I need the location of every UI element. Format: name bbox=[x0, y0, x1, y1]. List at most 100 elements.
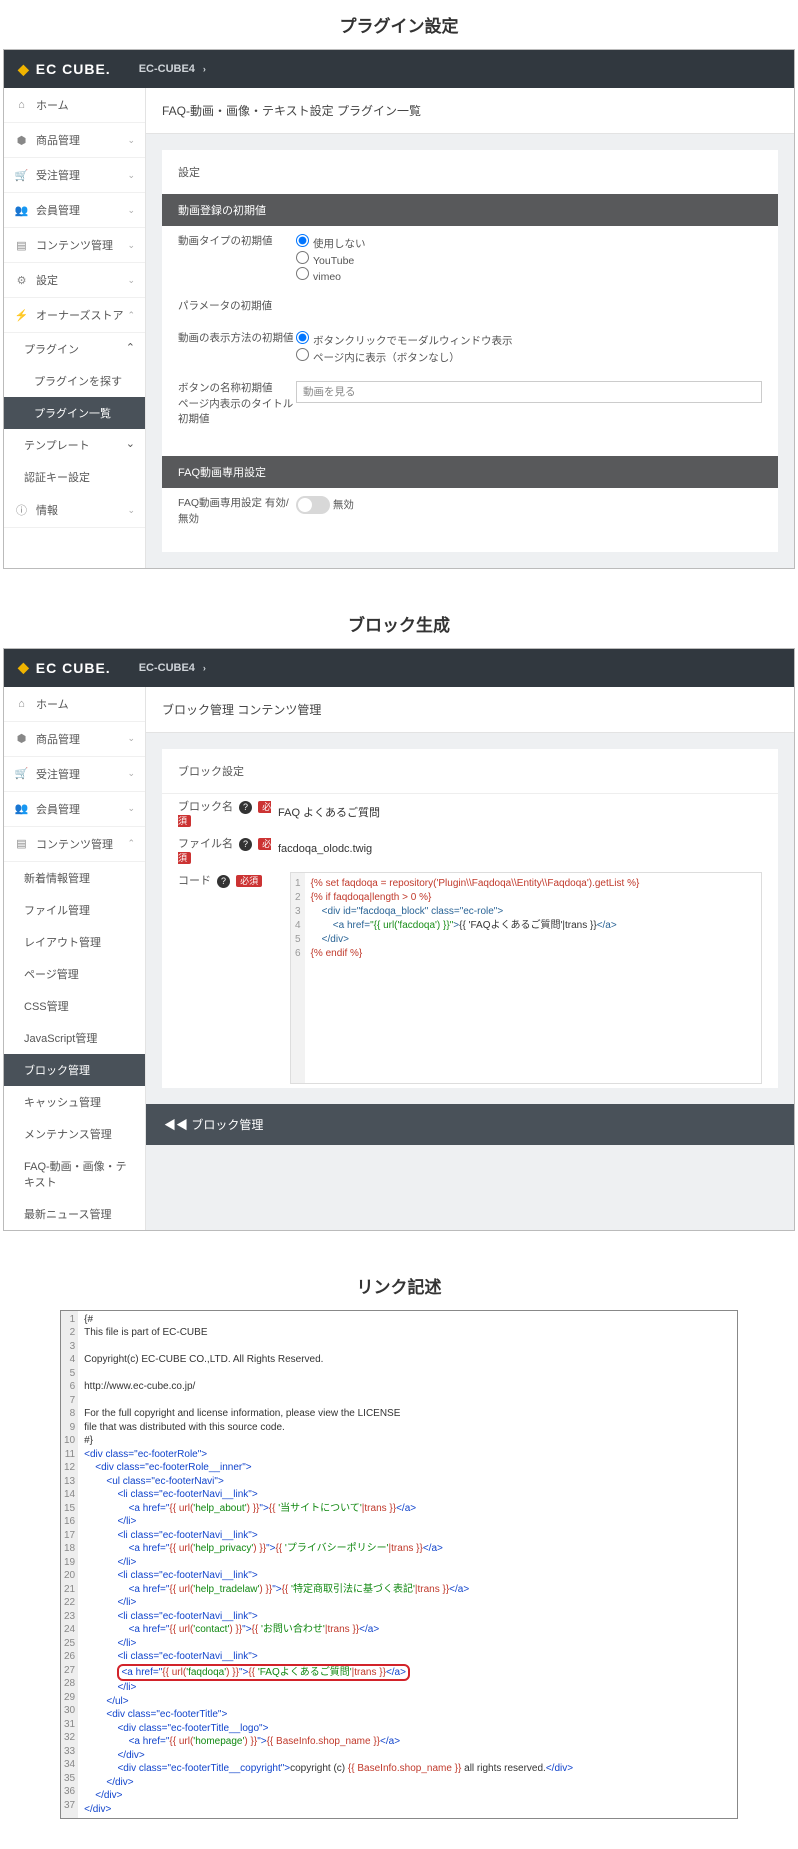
chevron-down-icon: ⌄ bbox=[127, 733, 135, 744]
help-icon[interactable]: ? bbox=[239, 838, 252, 851]
cube-icon: ◆ bbox=[18, 61, 30, 78]
radio-none[interactable]: 使用しない bbox=[296, 234, 762, 251]
topbar: ◆EC CUBE. EC-CUBE4› bbox=[4, 649, 794, 687]
toggle-enable[interactable] bbox=[296, 496, 330, 514]
input-button-name[interactable] bbox=[296, 381, 762, 403]
main-area: ブロック管理 コンテンツ管理 ブロック設定 ブロック名 ? 必須 FAQ よくあ… bbox=[146, 687, 794, 1230]
chevron-down-icon: ⌄ bbox=[127, 135, 135, 146]
radio-vimeo[interactable]: vimeo bbox=[296, 267, 762, 283]
breadcrumb: FAQ-動画・画像・テキスト設定 プラグイン一覧 bbox=[146, 88, 794, 134]
chevron-down-icon: ⌄ bbox=[127, 275, 135, 286]
field-label-video-type: 動画タイプの初期値 bbox=[178, 234, 296, 250]
sidebar-sub-js[interactable]: JavaScript管理 bbox=[4, 1022, 145, 1054]
doc-icon: ▤ bbox=[14, 239, 29, 252]
sidebar-sub-css[interactable]: CSS管理 bbox=[4, 990, 145, 1022]
sidebar-item-info[interactable]: ⓘ情報⌄ bbox=[4, 493, 145, 528]
cube-icon: ⬢ bbox=[14, 134, 29, 147]
sidebar-sub-plugin-list[interactable]: プラグイン一覧 bbox=[4, 397, 145, 429]
sidebar-sub-faq[interactable]: FAQ-動画・画像・テキスト bbox=[4, 1150, 145, 1198]
chevron-up-icon: ⌃ bbox=[127, 838, 135, 849]
sidebar-item-member[interactable]: 👥会員管理⌄ bbox=[4, 792, 145, 827]
radio-inline[interactable]: ページ内に表示（ボタンなし） bbox=[296, 348, 762, 365]
section-title-link: リンク記述 bbox=[0, 1261, 798, 1310]
sidebar-item-home[interactable]: ⌂ホーム bbox=[4, 88, 145, 123]
help-icon[interactable]: ? bbox=[239, 801, 252, 814]
sidebar-item-member[interactable]: 👥会員管理⌄ bbox=[4, 193, 145, 228]
sidebar-sub-block[interactable]: ブロック管理 bbox=[4, 1054, 145, 1086]
info-icon: ⓘ bbox=[14, 502, 29, 518]
sidebar-item-order[interactable]: 🛒受注管理⌄ bbox=[4, 158, 145, 193]
sidebar-item-store[interactable]: ⚡オーナーズストア⌃ bbox=[4, 298, 145, 333]
help-icon[interactable]: ? bbox=[217, 875, 230, 888]
field-label-display: 動画の表示方法の初期値 bbox=[178, 331, 296, 347]
footer-nav-block[interactable]: ◀◀ ブロック管理 bbox=[146, 1104, 794, 1145]
section-header-video-default: 動画登録の初期値 bbox=[162, 194, 778, 226]
logo[interactable]: ◆EC CUBE. bbox=[18, 61, 111, 78]
sidebar-sub-file[interactable]: ファイル管理 bbox=[4, 894, 145, 926]
plug-icon: ⚡ bbox=[14, 309, 29, 322]
panel-block: ◆EC CUBE. EC-CUBE4› ⌂ホーム ⬢商品管理⌄ 🛒受注管理⌄ 👥… bbox=[3, 648, 795, 1231]
cube-icon: ◆ bbox=[18, 659, 30, 676]
sidebar-sub-layout[interactable]: レイアウト管理 bbox=[4, 926, 145, 958]
doc-icon: ▤ bbox=[14, 837, 29, 850]
radio-youtube[interactable]: YouTube bbox=[296, 251, 762, 267]
sidebar-item-product[interactable]: ⬢商品管理⌄ bbox=[4, 722, 145, 757]
gear-icon: ⚙ bbox=[14, 274, 29, 287]
breadcrumb: ブロック管理 コンテンツ管理 bbox=[146, 687, 794, 733]
sidebar-sub-page[interactable]: ページ管理 bbox=[4, 958, 145, 990]
chevron-down-icon: ⌄ bbox=[127, 505, 135, 516]
radio-modal[interactable]: ボタンクリックでモーダルウィンドウ表示 bbox=[296, 331, 762, 348]
blockname-value: FAQ よくあるご質問 bbox=[278, 804, 762, 820]
sidebar-item-setting[interactable]: ⚙設定⌄ bbox=[4, 263, 145, 298]
link-code-block: 1234567891011121314151617181920212223242… bbox=[60, 1310, 738, 1820]
sidebar-sub-maint[interactable]: メンテナンス管理 bbox=[4, 1118, 145, 1150]
field-label-blockname: ブロック名 ? 必須 bbox=[178, 798, 278, 827]
field-label-btnname: ボタンの名称初期値 ページ内表示のタイトル初期値 bbox=[178, 381, 296, 428]
sidebar-sub-news[interactable]: 新着情報管理 bbox=[4, 862, 145, 894]
breadcrumb-root[interactable]: EC-CUBE4› bbox=[139, 662, 206, 674]
sidebar-item-content[interactable]: ▤コンテンツ管理⌃ bbox=[4, 827, 145, 862]
sidebar-sub-cache[interactable]: キャッシュ管理 bbox=[4, 1086, 145, 1118]
home-icon: ⌂ bbox=[14, 99, 29, 111]
sidebar-sub-template[interactable]: テンプレート⌄ bbox=[4, 429, 145, 461]
breadcrumb-root[interactable]: EC-CUBE4› bbox=[139, 63, 206, 75]
block-settings-header: ブロック設定 bbox=[162, 749, 778, 794]
chevron-down-icon: ⌄ bbox=[127, 170, 135, 181]
chevron-up-icon: ⌃ bbox=[126, 341, 135, 354]
required-badge: 必須 bbox=[236, 875, 262, 887]
chevron-down-icon: ⌄ bbox=[127, 768, 135, 779]
field-label-param: パラメータの初期値 bbox=[178, 299, 296, 315]
code-editor[interactable]: 123456 {% set faqdoqa = repository('Plug… bbox=[290, 872, 762, 1084]
chevron-right-icon: › bbox=[203, 64, 206, 74]
filename-value: facdoqa_olodc.twig bbox=[278, 843, 762, 855]
sidebar-item-order[interactable]: 🛒受注管理⌄ bbox=[4, 757, 145, 792]
sidebar-item-home[interactable]: ⌂ホーム bbox=[4, 687, 145, 722]
chevron-down-icon: ⌄ bbox=[127, 803, 135, 814]
chevron-down-icon: ⌄ bbox=[127, 240, 135, 251]
users-icon: 👥 bbox=[14, 204, 29, 217]
field-label-filename: ファイル名 ? 必須 bbox=[178, 835, 278, 864]
home-icon: ⌂ bbox=[14, 698, 29, 710]
users-icon: 👥 bbox=[14, 802, 29, 815]
panel-plugin: ◆EC CUBE. EC-CUBE4› ⌂ホーム ⬢商品管理⌄ 🛒受注管理⌄ 👥… bbox=[3, 49, 795, 569]
topbar: ◆EC CUBE. EC-CUBE4› bbox=[4, 50, 794, 88]
section-title-plugin: プラグイン設定 bbox=[0, 0, 798, 49]
main-area: FAQ-動画・画像・テキスト設定 プラグイン一覧 設定 動画登録の初期値 動画タ… bbox=[146, 88, 794, 568]
chevron-up-icon: ⌃ bbox=[127, 310, 135, 321]
sidebar-sub-auth[interactable]: 認証キー設定 bbox=[4, 461, 145, 493]
toggle-state: 無効 bbox=[333, 499, 354, 511]
section-header-faq-video: FAQ動画専用設定 bbox=[162, 456, 778, 488]
cart-icon: 🛒 bbox=[14, 169, 29, 182]
settings-label: 設定 bbox=[162, 150, 778, 194]
sidebar: ⌂ホーム ⬢商品管理⌄ 🛒受注管理⌄ 👥会員管理⌄ ▤コンテンツ管理⌃ 新着情報… bbox=[4, 687, 146, 1230]
sidebar-sub-update[interactable]: 最新ニュース管理 bbox=[4, 1198, 145, 1230]
sidebar-sub-plugin-search[interactable]: プラグインを探す bbox=[4, 365, 145, 397]
sidebar-item-content[interactable]: ▤コンテンツ管理⌄ bbox=[4, 228, 145, 263]
section-title-block: ブロック生成 bbox=[0, 599, 798, 648]
sidebar-item-product[interactable]: ⬢商品管理⌄ bbox=[4, 123, 145, 158]
logo[interactable]: ◆EC CUBE. bbox=[18, 659, 111, 676]
sidebar-sub-plugin[interactable]: プラグイン⌃ bbox=[4, 333, 145, 365]
field-label-code: コード ? 必須 bbox=[178, 872, 278, 888]
chevron-down-icon: ⌄ bbox=[127, 205, 135, 216]
chevron-down-icon: ⌄ bbox=[126, 437, 135, 450]
